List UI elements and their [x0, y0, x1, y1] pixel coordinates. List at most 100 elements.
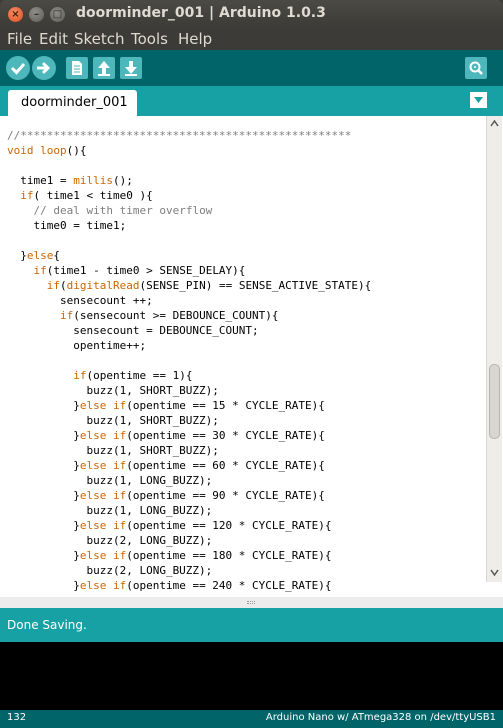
tab-menu-button[interactable] — [470, 92, 487, 108]
code-token: buzz(1, SHORT_BUZZ); — [7, 444, 219, 457]
code-line[interactable] — [7, 233, 485, 248]
menu-sketch[interactable]: Sketch — [74, 30, 125, 48]
code-line[interactable]: opentime++; — [7, 338, 485, 353]
console-output[interactable] — [0, 642, 503, 710]
minimize-window-button[interactable]: – — [29, 7, 44, 22]
code-line[interactable]: sensecount ++; — [7, 293, 485, 308]
code-line[interactable]: time0 = time1; — [7, 218, 485, 233]
code-line[interactable]: }else if(opentime == 60 * CYCLE_RATE){ — [7, 458, 485, 473]
code-line[interactable]: sensecount = DEBOUNCE_COUNT; — [7, 323, 485, 338]
code-keyword: else if — [79, 519, 127, 532]
code-editor[interactable]: //**************************************… — [0, 116, 503, 608]
code-token: } — [7, 429, 80, 442]
save-sketch-button[interactable] — [120, 57, 142, 79]
maximize-window-button[interactable]: □ — [50, 7, 65, 22]
code-token: } — [7, 519, 80, 532]
arduino-ide-window: × – □ doorminder_001 | Arduino 1.0.3 Fil… — [0, 0, 503, 728]
code-line[interactable]: buzz(2, LONG_BUZZ); — [7, 533, 485, 548]
code-token: (opentime == 15 * CYCLE_RATE){ — [126, 399, 325, 412]
code-line[interactable]: }else if(opentime == 180 * CYCLE_RATE){ — [7, 548, 485, 563]
menu-file[interactable]: File — [7, 30, 32, 48]
code-line[interactable]: }else if(opentime == 15 * CYCLE_RATE){ — [7, 398, 485, 413]
code-keyword: else — [26, 249, 54, 262]
open-sketch-button[interactable] — [93, 57, 115, 79]
code-token: time1 = — [7, 174, 74, 187]
splitter-grip[interactable] — [247, 601, 255, 604]
menu-edit[interactable]: Edit — [39, 30, 68, 48]
scrollbar-thumb[interactable] — [489, 364, 500, 439]
scroll-down-icon[interactable] — [490, 568, 499, 577]
code-keyword: else if — [79, 549, 127, 562]
save-icon — [125, 61, 137, 76]
code-line[interactable]: buzz(1, LONG_BUZZ); — [7, 473, 485, 488]
tab-label: doorminder_001 — [21, 95, 128, 110]
code-line[interactable]: }else if(opentime == 30 * CYCLE_RATE){ — [7, 428, 485, 443]
code-token: (time1 - time0 > SENSE_DELAY){ — [46, 264, 246, 277]
pane-splitter[interactable] — [0, 597, 503, 608]
upload-button[interactable] — [32, 56, 56, 80]
code-token: buzz(1, LONG_BUZZ); — [7, 474, 213, 487]
code-line[interactable]: // deal with timer overflow — [7, 203, 485, 218]
tab-doorminder-001[interactable]: doorminder_001 — [8, 90, 137, 116]
title-bar: × – □ doorminder_001 | Arduino 1.0.3 — [0, 0, 503, 28]
code-token: } — [7, 399, 80, 412]
code-comment: //**************************************… — [7, 129, 352, 142]
chevron-down-icon — [474, 97, 483, 103]
verify-button[interactable] — [6, 56, 30, 80]
open-icon — [98, 61, 110, 76]
code-token: sensecount ++; — [7, 294, 153, 307]
code-line[interactable]: if(sensecount >= DEBOUNCE_COUNT){ — [7, 308, 485, 323]
close-window-button[interactable]: × — [8, 7, 23, 22]
code-token: opentime++; — [7, 339, 147, 352]
code-comment: // deal with timer overflow — [33, 204, 213, 217]
code-line[interactable]: time1 = millis(); — [7, 173, 485, 188]
code-line[interactable]: buzz(2, LONG_BUZZ); — [7, 563, 485, 578]
menu-tools[interactable]: Tools — [131, 30, 168, 48]
code-keyword: millis — [73, 174, 113, 187]
code-line[interactable]: if(opentime == 1){ — [7, 368, 485, 383]
code-keyword: else if — [79, 399, 127, 412]
code-text[interactable]: //**************************************… — [7, 128, 485, 598]
code-token: sensecount = DEBOUNCE_COUNT; — [7, 324, 259, 337]
code-token: } — [7, 489, 80, 502]
code-keyword: else if — [79, 489, 127, 502]
serial-monitor-icon — [469, 61, 483, 75]
code-line[interactable]: if(time1 - time0 > SENSE_DELAY){ — [7, 263, 485, 278]
code-keyword: else if — [79, 579, 127, 592]
new-sketch-button[interactable] — [66, 57, 88, 79]
code-token: buzz(2, LONG_BUZZ); — [7, 564, 213, 577]
code-line[interactable] — [7, 353, 485, 368]
code-line[interactable]: buzz(1, SHORT_BUZZ); — [7, 413, 485, 428]
code-token: } — [7, 459, 80, 472]
menu-help[interactable]: Help — [178, 30, 212, 48]
code-line[interactable]: }else{ — [7, 248, 485, 263]
code-keyword: loop — [40, 144, 67, 157]
code-token: (opentime == 240 * CYCLE_RATE){ — [126, 579, 332, 592]
code-keyword: else if — [79, 429, 127, 442]
line-number: 132 — [7, 712, 27, 723]
code-line[interactable]: buzz(1, SHORT_BUZZ); — [7, 443, 485, 458]
scroll-up-icon[interactable] — [490, 119, 499, 128]
serial-monitor-button[interactable] — [465, 57, 487, 79]
code-line[interactable]: //**************************************… — [7, 128, 485, 143]
code-token: (sensecount >= DEBOUNCE_COUNT){ — [73, 309, 279, 322]
code-keyword: if — [73, 369, 87, 382]
code-line[interactable]: }else if(opentime == 240 * CYCLE_RATE){ — [7, 578, 485, 593]
code-line[interactable]: void loop(){ — [7, 143, 485, 158]
code-token: time0 = time1; — [7, 219, 127, 232]
code-token: (opentime == 120 * CYCLE_RATE){ — [126, 519, 332, 532]
code-line[interactable]: if( time1 < time0 ){ — [7, 188, 485, 203]
code-line[interactable]: }else if(opentime == 90 * CYCLE_RATE){ — [7, 488, 485, 503]
editor-scrollbar[interactable] — [486, 116, 502, 582]
code-line[interactable]: buzz(1, LONG_BUZZ); — [7, 503, 485, 518]
code-line[interactable] — [7, 158, 485, 173]
code-token: ( — [60, 279, 67, 292]
board-info: Arduino Nano w/ ATmega328 on /dev/ttyUSB… — [265, 712, 496, 723]
code-line[interactable]: if(digitalRead(SENSE_PIN) == SENSE_ACTIV… — [7, 278, 485, 293]
code-token: (){ — [66, 144, 87, 157]
code-line[interactable]: }else if(opentime == 120 * CYCLE_RATE){ — [7, 518, 485, 533]
tab-bar: doorminder_001 — [0, 86, 503, 116]
code-line[interactable]: buzz(1, SHORT_BUZZ); — [7, 383, 485, 398]
